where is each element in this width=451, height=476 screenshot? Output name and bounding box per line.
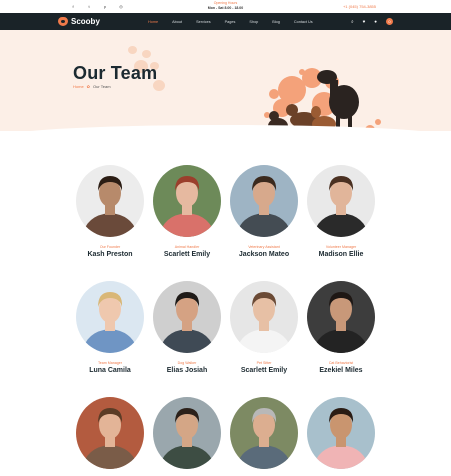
team-member-name[interactable]: Ezekiel Miles bbox=[306, 367, 376, 374]
team-member-photo[interactable] bbox=[307, 397, 375, 469]
phone-number[interactable]: +1 (045) 754-3855 bbox=[343, 4, 376, 9]
team-member-photo[interactable] bbox=[76, 397, 144, 469]
team-member-photo[interactable] bbox=[153, 397, 221, 469]
team-member-name[interactable]: Luna Camila bbox=[75, 367, 145, 374]
breadcrumb: Home ✿ Our Team bbox=[73, 84, 111, 89]
team-member-name[interactable]: Scarlett Emily bbox=[152, 251, 222, 258]
breadcrumb-home-link[interactable]: Home bbox=[73, 84, 84, 89]
twitter-icon[interactable]: t bbox=[86, 4, 92, 10]
team-member-card[interactable]: Animal Handler Scarlett Emily bbox=[152, 165, 222, 258]
team-member-name[interactable]: Jackson Mateo bbox=[229, 251, 299, 258]
main-navbar: Scooby Home About Services Pages Shop Blog Con… bbox=[0, 13, 451, 30]
team-member-role: Dog Walker bbox=[177, 361, 197, 365]
opening-hours: Opening Hours Mon - Sat 8.00 - 18.00 bbox=[208, 1, 243, 11]
user-icon[interactable]: ● bbox=[374, 19, 377, 24]
team-member-name[interactable]: Elias Josiah bbox=[152, 367, 222, 374]
team-member-role: Pet Sitter bbox=[256, 361, 272, 365]
team-member-card[interactable]: Our Founder Kash Preston bbox=[75, 165, 145, 258]
paw-heart-icon bbox=[58, 17, 68, 26]
team-member-name[interactable]: Madison Ellie bbox=[306, 251, 376, 258]
team-member-name[interactable]: Kash Preston bbox=[75, 251, 145, 258]
team-member-role: Team Manager bbox=[98, 361, 122, 365]
dogs-illustration bbox=[264, 68, 381, 131]
instagram-icon[interactable]: ◎ bbox=[118, 4, 124, 10]
team-member-role: Volunteer Manager bbox=[325, 245, 357, 249]
nav-item-contact-us[interactable]: Contact Us bbox=[287, 20, 320, 24]
heart-icon[interactable]: ♥ bbox=[363, 19, 366, 24]
team-member-card[interactable]: Veterinary Assistant Jackson Mateo bbox=[229, 165, 299, 258]
team-member-card[interactable] bbox=[152, 397, 222, 476]
paw-icon: ✿ bbox=[86, 84, 91, 89]
nav-item-pages[interactable]: Pages bbox=[218, 20, 243, 24]
team-member-card[interactable]: Team Manager Luna Camila bbox=[75, 281, 145, 374]
team-member-card[interactable]: Cat Behaviorist Ezekiel Miles bbox=[306, 281, 376, 374]
team-member-photo[interactable] bbox=[230, 281, 298, 353]
nav-item-about[interactable]: About bbox=[165, 20, 189, 24]
nav-item-services[interactable]: Services bbox=[189, 20, 218, 24]
team-member-photo[interactable] bbox=[230, 165, 298, 237]
team-member-role: Veterinary Assistant bbox=[248, 245, 280, 249]
search-icon[interactable]: ⌕ bbox=[351, 19, 354, 24]
team-member-name[interactable]: Scarlett Emily bbox=[229, 367, 299, 374]
team-member-photo[interactable] bbox=[76, 281, 144, 353]
page-hero: Our Team Home ✿ Our Team bbox=[0, 30, 451, 131]
breadcrumb-current: Our Team bbox=[93, 84, 111, 89]
nav-item-home[interactable]: Home bbox=[141, 20, 165, 24]
nav-item-blog[interactable]: Blog bbox=[265, 20, 287, 24]
team-member-photo[interactable] bbox=[307, 281, 375, 353]
team-member-photo[interactable] bbox=[76, 165, 144, 237]
pinterest-icon[interactable]: p bbox=[102, 4, 108, 10]
nav-menu: Home About Services Pages Shop Blog Contact Us bbox=[141, 13, 320, 30]
brand-name: Scooby bbox=[71, 17, 100, 26]
team-grid: Our Founder Kash Preston Animal Handler Sca… bbox=[0, 131, 451, 476]
team-member-card[interactable] bbox=[75, 397, 145, 476]
cart-icon[interactable]: 0 bbox=[386, 18, 393, 25]
team-member-role: Animal Handler bbox=[174, 245, 200, 249]
team-member-card[interactable]: Volunteer Manager Madison Ellie bbox=[306, 165, 376, 258]
page-title: Our Team bbox=[73, 63, 158, 83]
team-member-photo[interactable] bbox=[307, 165, 375, 237]
nav-actions: ⌕ ♥ ● 0 bbox=[351, 13, 393, 30]
team-member-photo[interactable] bbox=[230, 397, 298, 469]
team-member-card[interactable] bbox=[306, 397, 376, 476]
team-member-role: Our Founder bbox=[99, 245, 121, 249]
nav-item-shop[interactable]: Shop bbox=[242, 20, 265, 24]
team-member-photo[interactable] bbox=[153, 165, 221, 237]
team-member-photo[interactable] bbox=[153, 281, 221, 353]
team-member-card[interactable]: Pet Sitter Scarlett Emily bbox=[229, 281, 299, 374]
social-links: f t p ◎ bbox=[70, 4, 124, 10]
top-info-bar: f t p ◎ Opening Hours Mon - Sat 8.00 - 1… bbox=[0, 0, 451, 13]
team-member-card[interactable]: Dog Walker Elias Josiah bbox=[152, 281, 222, 374]
logo[interactable]: Scooby bbox=[58, 17, 100, 26]
team-member-card[interactable] bbox=[229, 397, 299, 476]
opening-hours-value: Mon - Sat 8.00 - 18.00 bbox=[207, 6, 244, 10]
team-member-role: Cat Behaviorist bbox=[328, 361, 354, 365]
facebook-icon[interactable]: f bbox=[70, 4, 76, 10]
